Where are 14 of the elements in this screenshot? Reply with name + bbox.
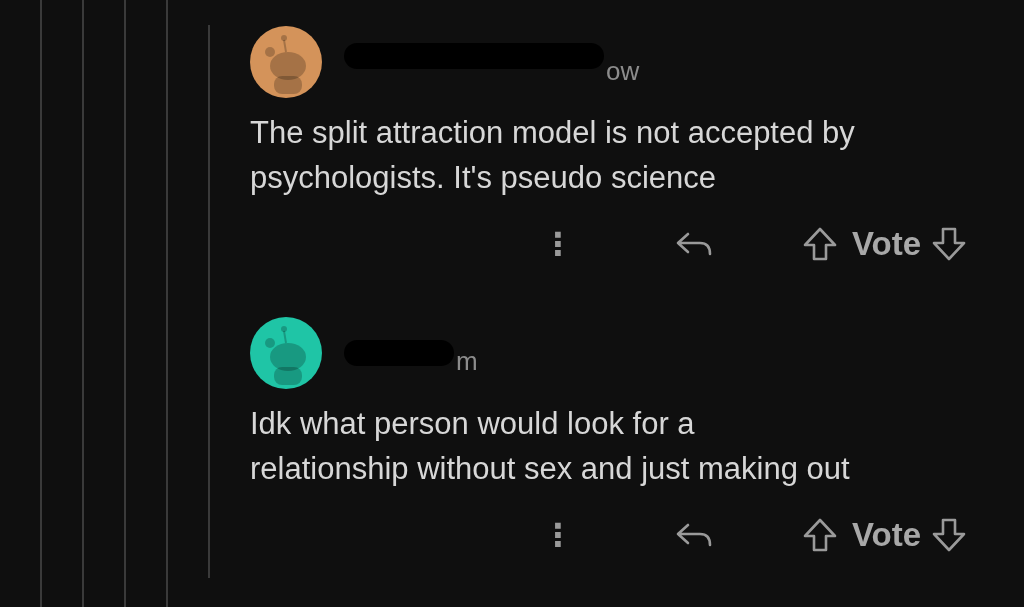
upvote-icon[interactable] — [802, 516, 838, 553]
vote-count: Vote — [852, 225, 922, 263]
comment-text: The split attraction model is not accepted by psychologists. It's pseudo science — [250, 114, 856, 197]
downvote-icon[interactable] — [931, 516, 968, 553]
comment-text: Idk what person would look for a relationship without sex and just making out — [250, 404, 851, 488]
timestamp: ow — [606, 55, 640, 87]
more-options-button[interactable]: ⋮ — [538, 225, 578, 263]
timestamp: m — [456, 346, 478, 377]
upvote-icon[interactable] — [802, 226, 838, 262]
avatar-icon[interactable] — [250, 316, 322, 389]
vote-count: Vote — [852, 515, 922, 554]
avatar-icon[interactable] — [250, 26, 322, 98]
more-options-button[interactable]: ⋮ — [538, 515, 578, 554]
downvote-icon[interactable] — [931, 226, 968, 262]
